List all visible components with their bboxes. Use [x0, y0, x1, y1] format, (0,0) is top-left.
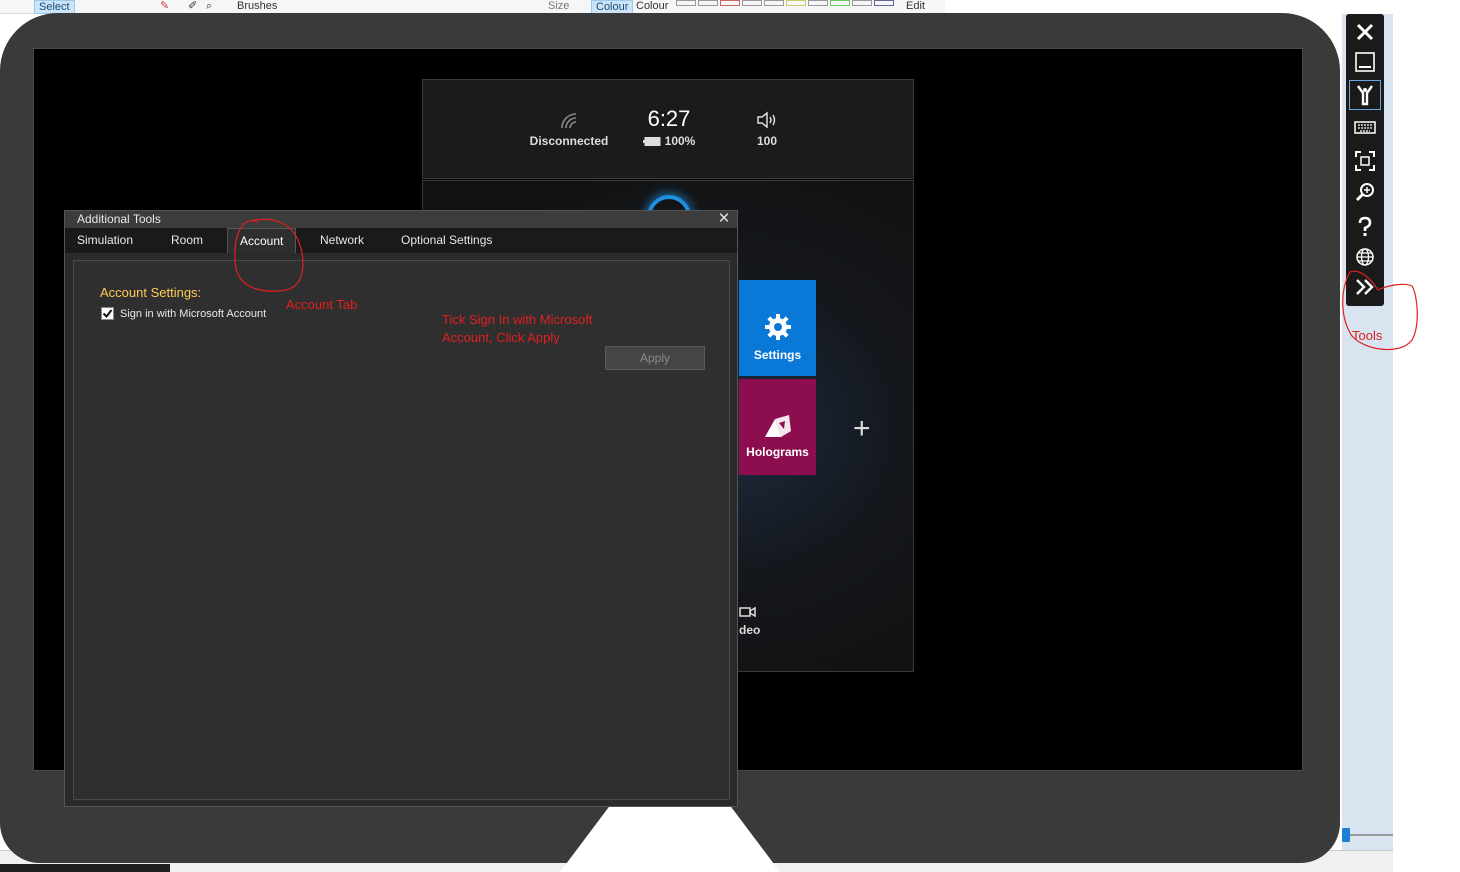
microsoft-account-option[interactable]: Sign in with Microsoft Account	[101, 307, 266, 320]
dialog-tabs: Simulation Room Account Network Optional…	[65, 228, 737, 253]
holograms-tile[interactable]: Holograms	[739, 379, 816, 475]
desktop: Select ✎ ✐ ⌕ Brushes Size Colour Colour …	[0, 0, 1460, 872]
holograms-tile-label: Holograms	[746, 445, 809, 459]
close-icon	[1356, 23, 1374, 41]
tools-chevron-icon	[1356, 279, 1374, 295]
video-app-item[interactable]: deo	[739, 605, 799, 637]
dialog-title: Additional Tools	[77, 212, 161, 226]
annotation-instruction-line2: Account, Click Apply	[442, 330, 560, 345]
clock-time: 6:27	[647, 106, 691, 131]
wifi-status: Disconnected	[529, 104, 609, 148]
fit-to-screen-icon	[1355, 151, 1375, 171]
dialog-close-button[interactable]: ✕	[717, 211, 731, 228]
tab-optional-settings[interactable]: Optional Settings	[389, 228, 504, 253]
colour1-button[interactable]: Colour	[591, 0, 634, 14]
colour2-button[interactable]: Colour	[636, 0, 668, 12]
additional-tools-dialog: Additional Tools ✕ Simulation Room Accou…	[64, 210, 738, 807]
eraser-icon[interactable]: ✎	[160, 0, 169, 12]
input-mode-button[interactable]	[1349, 80, 1381, 110]
gear-icon	[764, 314, 791, 340]
video-app-label: deo	[739, 623, 761, 637]
battery-label: 100%	[664, 134, 696, 148]
keyboard-button[interactable]	[1349, 112, 1381, 142]
brushes-button[interactable]: Brushes	[237, 0, 277, 12]
volume-label: 100	[756, 134, 778, 148]
minimize-button[interactable]	[1349, 47, 1381, 77]
status-bar-hud: Disconnected 6:27 100% 100	[422, 79, 914, 179]
edit-colours-button[interactable]: Edit	[906, 0, 925, 12]
wifi-label: Disconnected	[529, 134, 609, 148]
keyboard-icon	[1354, 121, 1376, 134]
account-settings-heading: Account Settings:	[100, 285, 202, 300]
globe-icon	[1356, 248, 1374, 266]
volume-icon	[757, 111, 776, 129]
color-palette[interactable]	[676, 0, 896, 10]
settings-tile[interactable]: Settings	[739, 280, 816, 376]
fit-to-screen-button[interactable]	[1349, 146, 1381, 176]
help-button[interactable]	[1349, 212, 1381, 242]
add-tile-button[interactable]: +	[853, 414, 871, 444]
minimize-icon	[1355, 52, 1375, 72]
hand-gesture-icon	[1357, 85, 1373, 106]
dialog-title-bar[interactable]: Additional Tools	[65, 211, 737, 228]
clock: 6:27 100%	[629, 106, 709, 148]
zoom-slider[interactable]	[1340, 828, 1393, 842]
emulator-toolbar	[1346, 14, 1384, 306]
account-panel: Account Settings: Sign in with Microsoft…	[73, 260, 730, 800]
zoom-slider-thumb[interactable]	[1342, 828, 1350, 842]
microsoft-account-checkbox[interactable]	[101, 307, 114, 320]
video-camera-icon	[739, 606, 756, 618]
tab-room[interactable]: Room	[159, 228, 215, 253]
network-button[interactable]	[1349, 242, 1381, 272]
taskbar	[0, 864, 170, 872]
paint-ribbon: Select ✎ ✐ ⌕ Brushes Size Colour Colour …	[0, 0, 945, 14]
apply-button[interactable]: Apply	[605, 346, 705, 370]
settings-tile-label: Settings	[753, 348, 802, 362]
size-button[interactable]: Size	[548, 0, 569, 12]
tab-network[interactable]: Network	[308, 228, 376, 253]
tools-button[interactable]	[1349, 272, 1381, 302]
annotation-account-tab: Account Tab	[286, 297, 358, 312]
microsoft-account-label: Sign in with Microsoft Account	[120, 307, 267, 320]
holograms-icon	[764, 415, 791, 437]
tab-simulation[interactable]: Simulation	[65, 228, 145, 253]
select-button[interactable]: Select	[34, 0, 75, 14]
magnifier-icon[interactable]: ⌕	[206, 0, 212, 12]
annotation-tools: Tools	[1352, 328, 1383, 343]
checkmark-icon	[102, 309, 113, 319]
battery-icon	[642, 136, 661, 146]
help-icon	[1358, 216, 1372, 236]
wifi-icon	[561, 113, 577, 129]
annotation-instruction-line1: Tick Sign In with Microsoft	[442, 312, 593, 327]
close-button[interactable]	[1349, 17, 1381, 47]
picker-icon[interactable]: ✐	[188, 0, 197, 12]
tab-account[interactable]: Account	[227, 228, 297, 253]
zoom-button[interactable]	[1349, 177, 1381, 207]
volume-status: 100	[727, 104, 807, 148]
zoom-icon	[1355, 183, 1374, 202]
